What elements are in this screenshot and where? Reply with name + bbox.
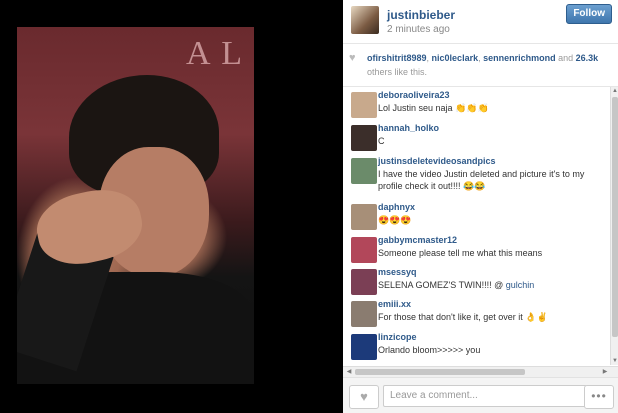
comment-text: 😍😍😍 <box>378 215 412 225</box>
comment-text: Someone please tell me what this means <box>378 248 543 258</box>
commenter-avatar[interactable] <box>351 92 377 118</box>
comment-text: For those that don't like it, get over i… <box>378 312 548 322</box>
more-options-button[interactable]: ••• <box>584 385 614 409</box>
commenter-avatar[interactable] <box>351 204 377 230</box>
comments-horizontal-scrollbar[interactable]: ◀ ▶ <box>343 366 618 377</box>
comment-input[interactable]: Leave a comment... <box>383 385 587 407</box>
scroll-left-icon[interactable]: ◀ <box>345 368 353 376</box>
mention-link[interactable]: gulchin <box>506 280 535 290</box>
post-photo[interactable]: A L <box>17 27 254 384</box>
heart-icon: ♥ <box>360 389 368 404</box>
author-username[interactable]: justinbieber <box>387 8 455 22</box>
comment-text: Lol Justin seu naja 👏👏👏 <box>378 103 489 113</box>
scroll-up-icon[interactable]: ▲ <box>611 87 618 95</box>
post-details-panel: justinbieber 2 minutes ago Follow ♥ ofir… <box>343 0 618 413</box>
likes-summary: ♥ ofirshitrit8989, nic0leclark, sennenri… <box>343 44 618 87</box>
likes-suffix: others like this. <box>367 67 428 77</box>
photo-background-lettering: A L <box>186 35 244 72</box>
commenter-username[interactable]: hannah_holko <box>378 123 439 133</box>
comment-text: SELENA GOMEZ'S TWIN!!!! @ gulchin <box>378 280 535 290</box>
photo-pane: A L <box>0 0 343 412</box>
heart-icon: ♥ <box>349 52 356 64</box>
commenter-username[interactable]: justinsdeletevideosandpics <box>378 156 496 166</box>
commenter-avatar[interactable] <box>351 237 377 263</box>
post-header: justinbieber 2 minutes ago Follow <box>343 0 618 44</box>
commenter-username[interactable]: msessyq <box>378 267 417 277</box>
comment-text: C <box>378 136 385 146</box>
liker-link[interactable]: ofirshitrit8989 <box>367 53 427 63</box>
follow-button[interactable]: Follow <box>566 4 612 24</box>
commenter-username[interactable]: daphnyx <box>378 202 415 212</box>
commenter-avatar[interactable] <box>351 158 377 184</box>
commenter-avatar[interactable] <box>351 301 377 327</box>
commenter-username[interactable]: deboraoliveira23 <box>378 90 450 100</box>
liker-link[interactable]: sennenrichmond <box>483 53 556 63</box>
comments-list: deboraoliveira23 Lol Justin seu naja 👏👏👏… <box>343 87 610 365</box>
scroll-down-icon[interactable]: ▼ <box>611 357 618 365</box>
likes-count[interactable]: 26.3k <box>576 53 599 63</box>
vertical-scroll-thumb[interactable] <box>612 97 618 337</box>
commenter-avatar[interactable] <box>351 125 377 151</box>
author-avatar[interactable] <box>351 6 379 34</box>
commenter-avatar[interactable] <box>351 269 377 295</box>
scroll-right-icon[interactable]: ▶ <box>601 368 609 376</box>
commenter-avatar[interactable] <box>351 334 377 360</box>
post-timestamp: 2 minutes ago <box>387 24 450 35</box>
horizontal-scroll-thumb[interactable] <box>355 369 525 375</box>
like-button[interactable]: ♥ <box>349 385 379 409</box>
liker-link[interactable]: nic0leclark <box>432 53 479 63</box>
commenter-username[interactable]: linzicope <box>378 332 417 342</box>
comment-text: I have the video Justin deleted and pict… <box>378 169 585 191</box>
comment-composer: ♥ Leave a comment... ••• <box>343 377 618 413</box>
commenter-username[interactable]: emiii.xx <box>378 299 411 309</box>
commenter-username[interactable]: gabbymcmaster12 <box>378 235 457 245</box>
comment-text: Orlando bloom>>>>> you <box>378 345 481 355</box>
comments-vertical-scrollbar[interactable]: ▲ ▼ <box>610 87 618 365</box>
